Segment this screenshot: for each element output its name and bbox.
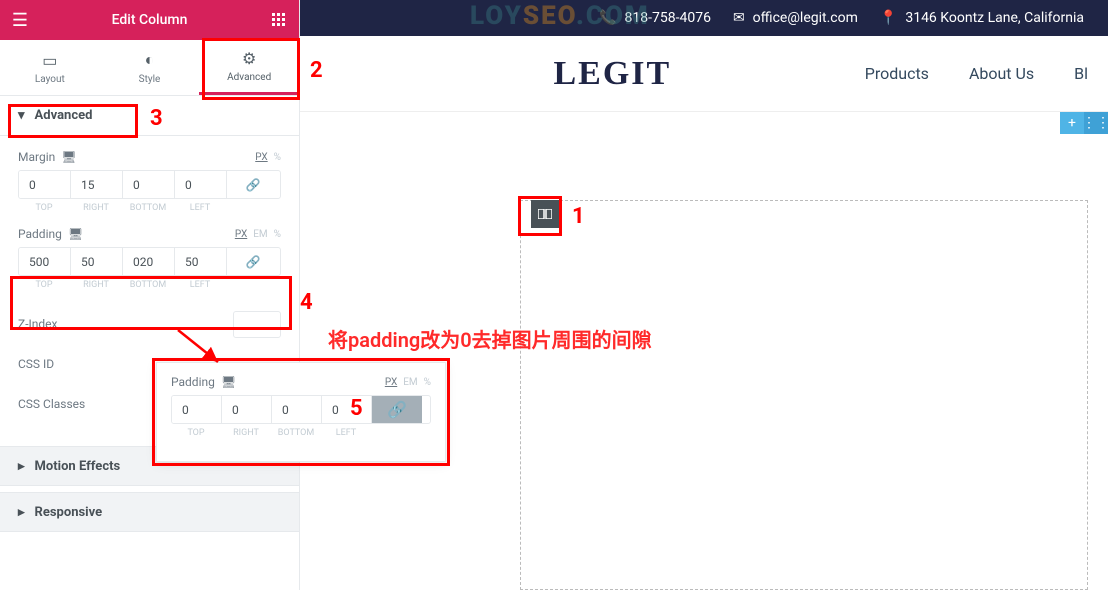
- unit-px[interactable]: PX: [235, 229, 247, 240]
- site-topbar: 📞818-758-4076 ✉office@legit.com 📍3146 Ko…: [300, 0, 1108, 36]
- tab-label: Advanced: [227, 72, 271, 83]
- padding-bottom[interactable]: [123, 248, 175, 275]
- unit-em[interactable]: EM: [253, 229, 267, 240]
- address-item[interactable]: 📍3146 Koontz Lane, California: [880, 10, 1084, 26]
- section-add-handle: + ⋮⋮: [1060, 112, 1108, 134]
- layout-icon: ▭: [42, 51, 57, 70]
- sidebar-header: ☰ Edit Column: [0, 0, 299, 40]
- margin-right[interactable]: [71, 171, 123, 198]
- unit-px[interactable]: PX: [255, 152, 267, 163]
- caret-right-icon: ▸: [18, 505, 25, 520]
- caret-right-icon: ▸: [18, 459, 25, 474]
- unit-em[interactable]: EM: [403, 377, 417, 388]
- annotation-1: 1: [572, 204, 585, 229]
- zindex-label: Z-Index: [18, 317, 57, 331]
- watermark: LOYSEO.COM: [470, 0, 650, 31]
- tab-style[interactable]: ◐ Style: [100, 40, 200, 95]
- popover-top[interactable]: [172, 396, 222, 423]
- section-title: Responsive: [35, 505, 103, 520]
- canvas-column-outline[interactable]: [520, 200, 1088, 590]
- add-section-icon[interactable]: +: [1060, 112, 1084, 134]
- section-responsive-toggle[interactable]: ▸ Responsive: [0, 492, 299, 532]
- site-logo[interactable]: LEGIT: [360, 55, 865, 93]
- padding-inputs: 🔗: [18, 247, 281, 276]
- cssclasses-label: CSS Classes: [18, 397, 85, 411]
- sidebar-tabs: ▭ Layout ◐ Style ⚙ Advanced: [0, 40, 299, 96]
- site-nav: Products About Us Bl: [865, 64, 1088, 83]
- section-grid-icon[interactable]: ⋮⋮: [1084, 112, 1108, 134]
- desktop-icon[interactable]: 🖥: [68, 227, 83, 241]
- editor-sidebar: ☰ Edit Column ▭ Layout ◐ Style ⚙ Advance…: [0, 0, 300, 590]
- padding-label: Padding: [18, 227, 62, 241]
- nav-products[interactable]: Products: [865, 64, 929, 83]
- padding-row: Padding 🖥 PX EM %: [18, 227, 281, 241]
- section-title: Motion Effects: [35, 459, 121, 474]
- popover-inputs: 🔗: [171, 395, 431, 424]
- margin-sublabels: TOPRIGHTBOTTOMLEFT: [18, 203, 281, 213]
- desktop-icon[interactable]: 🖥: [61, 150, 76, 164]
- padding-left[interactable]: [175, 248, 227, 275]
- link-values-icon[interactable]: 🔗: [227, 248, 279, 275]
- email-item[interactable]: ✉office@legit.com: [733, 10, 858, 26]
- pin-icon: 📍: [880, 10, 897, 26]
- popover-left[interactable]: [322, 396, 372, 423]
- unit-pct[interactable]: %: [274, 229, 281, 240]
- tab-layout[interactable]: ▭ Layout: [0, 40, 100, 95]
- unit-pct[interactable]: %: [274, 152, 281, 163]
- sidebar-title: Edit Column: [40, 12, 259, 28]
- site-navbar: LEGIT Products About Us Bl: [300, 36, 1108, 112]
- preview-area: 📞818-758-4076 ✉office@legit.com 📍3146 Ko…: [300, 0, 1108, 590]
- annotation-2: 2: [310, 58, 323, 83]
- margin-inputs: 🔗: [18, 170, 281, 199]
- popover-padding-label: Padding: [171, 375, 215, 389]
- annotation-5: 5: [350, 396, 363, 421]
- margin-top[interactable]: [19, 171, 71, 198]
- section-title: Advanced: [35, 108, 93, 123]
- desktop-icon[interactable]: 🖥: [221, 375, 236, 389]
- annotation-4: 4: [300, 290, 313, 315]
- popover-bottom[interactable]: [272, 396, 322, 423]
- column-handle[interactable]: [531, 200, 559, 228]
- unit-pct[interactable]: %: [424, 377, 431, 388]
- margin-row: Margin 🖥 PX %: [18, 150, 281, 164]
- popover-right[interactable]: [222, 396, 272, 423]
- margin-left[interactable]: [175, 171, 227, 198]
- padding-right[interactable]: [71, 248, 123, 275]
- caret-down-icon: ▾: [18, 108, 25, 123]
- link-values-icon[interactable]: 🔗: [227, 171, 279, 198]
- tab-label: Layout: [35, 74, 65, 85]
- padding-top[interactable]: [19, 248, 71, 275]
- menu-icon[interactable]: ☰: [0, 10, 40, 31]
- zindex-row: Z-Index: [18, 304, 281, 344]
- annotation-hint: 将padding改为0去掉图片周围的间隙: [328, 324, 652, 353]
- tab-advanced[interactable]: ⚙ Advanced: [199, 40, 299, 95]
- mail-icon: ✉: [733, 10, 745, 26]
- nav-about[interactable]: About Us: [969, 64, 1034, 83]
- padding-popover: Padding 🖥 PX EM % 🔗 TOPRIGHTBOTTOMLEFT: [156, 362, 446, 462]
- style-icon: ◐: [145, 50, 155, 70]
- tab-label: Style: [139, 74, 161, 85]
- unit-px[interactable]: PX: [385, 377, 397, 388]
- apps-icon[interactable]: [259, 13, 299, 27]
- zindex-input[interactable]: [233, 311, 281, 338]
- nav-blog[interactable]: Bl: [1074, 64, 1088, 83]
- cssid-label: CSS ID: [18, 357, 54, 371]
- annotation-3: 3: [150, 106, 163, 131]
- padding-sublabels: TOPRIGHTBOTTOMLEFT: [18, 280, 281, 290]
- margin-bottom[interactable]: [123, 171, 175, 198]
- gear-icon: ⚙: [242, 49, 256, 68]
- margin-label: Margin: [18, 150, 55, 164]
- link-values-icon[interactable]: 🔗: [372, 396, 422, 423]
